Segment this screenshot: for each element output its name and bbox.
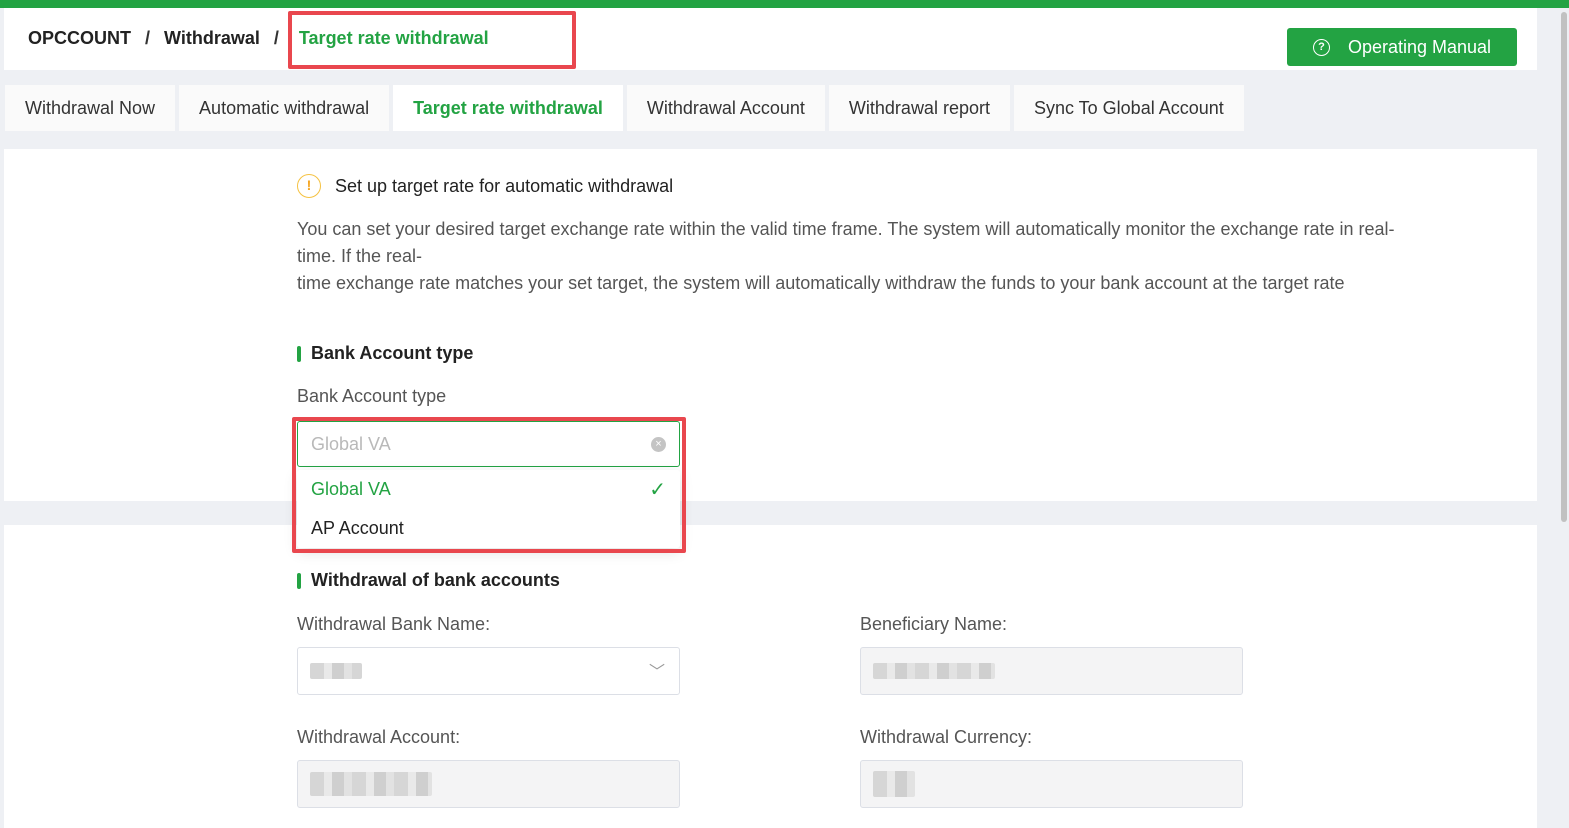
field-label-withdrawal-account: Withdrawal Account:: [297, 727, 461, 747]
tab-withdrawal-account[interactable]: Withdrawal Account: [626, 85, 825, 131]
section-title-text: Withdrawal of bank accounts: [311, 570, 560, 590]
question-circle-icon: ?: [1312, 38, 1330, 56]
section-title-text: Bank Account type: [311, 343, 474, 363]
dropdown-option-ap-account[interactable]: AP Account: [297, 509, 680, 548]
notice-title: ! Set up target rate for automatic withd…: [297, 174, 673, 198]
tab-withdrawal-now[interactable]: Withdrawal Now: [5, 85, 176, 131]
breadcrumb-section[interactable]: Withdrawal: [164, 28, 260, 49]
tab-withdrawal-report[interactable]: Withdrawal report: [828, 85, 1010, 131]
redacted-value: [310, 772, 432, 796]
redacted-value: [310, 663, 362, 679]
notice-line-1: You can set your desired target exchange…: [297, 219, 1395, 266]
breadcrumb: OPCCOUNT / Withdrawal / Target rate with…: [28, 28, 489, 49]
notice-description: You can set your desired target exchange…: [297, 216, 1417, 297]
tab-sync-global-account[interactable]: Sync To Global Account: [1013, 85, 1244, 131]
bank-accounts-card: [4, 525, 1537, 828]
section-title-withdrawal-bank-accounts: Withdrawal of bank accounts: [297, 570, 560, 591]
breadcrumb-separator: /: [273, 28, 279, 48]
page-scrollbar[interactable]: [1561, 12, 1567, 522]
tab-bar: Withdrawal Now Automatic withdrawal Targ…: [5, 85, 1248, 131]
select-placeholder: Global VA: [311, 433, 391, 454]
clear-icon[interactable]: ×: [651, 437, 666, 452]
top-accent-bar: [0, 0, 1569, 8]
settings-card: [4, 149, 1537, 501]
field-label-beneficiary-name: Beneficiary Name:: [860, 614, 1008, 634]
check-icon: ✓: [649, 479, 666, 501]
withdrawal-account-field: [297, 760, 680, 808]
bank-account-type-select[interactable]: Global VA ×: [297, 421, 680, 467]
dropdown-option-global-va[interactable]: Global VA ✓: [297, 470, 680, 509]
field-label-bank-account-type: Bank Account type: [297, 386, 447, 406]
bank-account-type-dropdown: Global VA ✓ AP Account: [297, 470, 680, 548]
operating-manual-label: Operating Manual: [1347, 36, 1492, 57]
redacted-value: [873, 663, 995, 679]
notice-line-2: time exchange rate matches your set targ…: [297, 273, 1345, 293]
breadcrumb-current: Target rate withdrawal: [298, 28, 489, 48]
option-label: AP Account: [311, 518, 404, 538]
notice-title-text: Set up target rate for automatic withdra…: [335, 175, 674, 196]
beneficiary-name-field: [860, 647, 1243, 695]
field-label-bank-name: Withdrawal Bank Name:: [297, 614, 491, 634]
chevron-down-icon: ﹀: [648, 664, 665, 681]
tab-target-rate-withdrawal[interactable]: Target rate withdrawal: [393, 85, 623, 131]
redacted-value: [873, 771, 915, 797]
page-header: OPCCOUNT / Withdrawal / Target rate with…: [4, 8, 1537, 70]
operating-manual-button[interactable]: ? Operating Manual: [1287, 28, 1517, 66]
tab-automatic-withdrawal[interactable]: Automatic withdrawal: [179, 85, 390, 131]
withdrawal-currency-field: [860, 760, 1243, 808]
option-label: Global VA: [311, 479, 391, 499]
breadcrumb-root[interactable]: OPCCOUNT: [28, 28, 131, 49]
field-label-withdrawal-currency: Withdrawal Currency:: [860, 727, 1033, 747]
withdrawal-bank-name-select[interactable]: ﹀: [297, 647, 680, 695]
section-marker: [297, 572, 301, 589]
breadcrumb-separator: /: [145, 28, 151, 48]
warning-icon: !: [297, 174, 321, 198]
section-title-bank-account-type: Bank Account type: [297, 343, 473, 364]
section-marker: [297, 345, 301, 362]
